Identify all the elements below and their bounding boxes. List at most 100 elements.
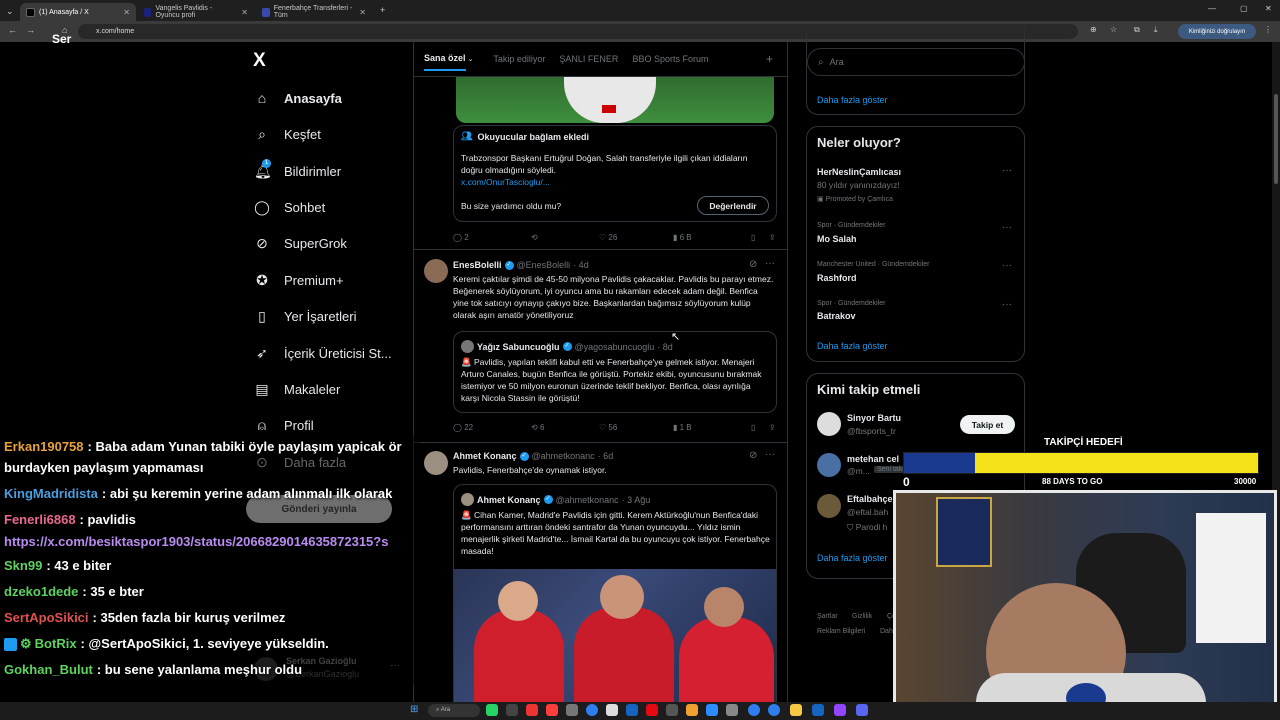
tab-for-you[interactable]: Sana özel	[424, 53, 466, 71]
footer-ads-info[interactable]: Reklam Bilgileri	[817, 628, 865, 635]
app-icon[interactable]	[666, 704, 678, 716]
extensions-icon[interactable]: ⧉	[1134, 25, 1140, 35]
tab-sanli-fener[interactable]: ŞANLI FENER	[559, 54, 618, 64]
whatsapp-icon[interactable]	[486, 704, 498, 716]
bookmark-icon[interactable]: ▯	[751, 233, 769, 242]
nav-premium[interactable]: ✪ Premium+	[254, 265, 343, 295]
add-tab-button[interactable]: +	[766, 52, 773, 66]
twitch-icon[interactable]	[834, 704, 846, 716]
zoom-icon[interactable]	[706, 704, 718, 716]
trend-name[interactable]: Batrakov	[817, 311, 856, 321]
like-button[interactable]: ♡ 26	[599, 233, 673, 242]
nav-explore[interactable]: ⌕ Keşfet	[254, 119, 321, 149]
bookmark-icon[interactable]: ▯	[751, 423, 769, 432]
user-handle[interactable]: @ahmetkonanc	[532, 451, 595, 461]
new-tab-button[interactable]: +	[380, 5, 385, 15]
chrome-icon[interactable]	[768, 704, 780, 716]
trend-name[interactable]: Rashford	[817, 273, 857, 283]
follow-name[interactable]: Sinyor Bartu	[847, 413, 901, 423]
youtube-icon[interactable]	[546, 704, 558, 716]
nav-creator-studio[interactable]: ➶ İçerik Üreticisi St...	[254, 338, 392, 368]
chevron-down-icon[interactable]: ⌄	[468, 55, 474, 63]
reply-button[interactable]: ◯ 2	[453, 233, 531, 242]
scrollbar-thumb[interactable]	[1274, 94, 1278, 184]
chrome-icon[interactable]	[748, 704, 760, 716]
trend-menu-icon[interactable]: ···	[1002, 165, 1012, 176]
post-time[interactable]: · 4d	[573, 260, 589, 270]
maximize-icon[interactable]: ▢	[1240, 4, 1248, 13]
app-icon[interactable]	[812, 704, 824, 716]
minimize-icon[interactable]: —	[1208, 4, 1216, 13]
grok-icon[interactable]: ⊘	[749, 450, 757, 461]
grok-icon[interactable]: ⊘	[749, 259, 757, 270]
post-image[interactable]	[456, 77, 774, 123]
retweet-button[interactable]: ⟲	[531, 233, 599, 242]
follow-name[interactable]: Eftalbahçe	[847, 494, 893, 504]
nav-articles[interactable]: ▤ Makaleler	[254, 374, 340, 404]
netflix-icon[interactable]	[646, 704, 658, 716]
discord-icon[interactable]	[856, 704, 868, 716]
follow-show-more[interactable]: Daha fazla göster	[817, 553, 888, 563]
close-window-icon[interactable]: ✕	[1265, 4, 1272, 13]
browser-menu-icon[interactable]: ⋮	[1264, 25, 1272, 34]
nav-home[interactable]: ⌂ Anasayfa	[254, 83, 342, 113]
reply-button[interactable]: ◯ 22	[453, 423, 531, 432]
tab-close-icon[interactable]: ✕	[359, 8, 366, 17]
nav-supergrok[interactable]: ⊘ SuperGrok	[254, 228, 347, 258]
show-more-link[interactable]: Daha fazla göster	[817, 95, 888, 105]
downloads-icon[interactable]: ⤓	[1154, 25, 1158, 35]
app-icon[interactable]	[566, 704, 578, 716]
trend-menu-icon[interactable]: ···	[1002, 260, 1012, 271]
user-name[interactable]: EnesBolelli	[453, 260, 502, 270]
footer-terms[interactable]: Şartlar	[817, 613, 838, 620]
retweet-button[interactable]: ⟲ 6	[531, 423, 599, 432]
post-menu-icon[interactable]: ···	[765, 258, 775, 269]
tab-bbo-sports[interactable]: BBO Sports Forum	[632, 54, 708, 64]
nav-notifications[interactable]: 🔔︎ 1 Bildirimler	[254, 156, 341, 186]
app-icon[interactable]	[626, 704, 638, 716]
trend-menu-icon[interactable]: ···	[1002, 222, 1012, 233]
note-link[interactable]: x.com/OnurTascioglu/...	[461, 176, 550, 188]
quote-image[interactable]	[454, 569, 776, 702]
browser-tab-fenerbahce[interactable]: Fenerbahçe Transferleri - Tüm ✕	[256, 3, 372, 21]
translate-icon[interactable]: ⊕	[1090, 25, 1097, 34]
follow-avatar[interactable]	[817, 453, 841, 477]
tab-close-icon[interactable]: ✕	[241, 8, 248, 17]
trend-menu-icon[interactable]: ···	[1002, 299, 1012, 310]
post-menu-icon[interactable]: ···	[765, 449, 775, 460]
taskbar-search[interactable]: ⌕ Ara	[428, 704, 480, 717]
share-icon[interactable]: ⇪	[769, 423, 776, 432]
trend-name[interactable]: Mo Salah	[817, 234, 857, 244]
tab-close-icon[interactable]: ✕	[123, 8, 130, 17]
app-icon[interactable]	[526, 704, 538, 716]
user-handle[interactable]: @EnesBolelli	[517, 260, 571, 270]
share-icon[interactable]: ⇪	[769, 233, 776, 242]
app-icon[interactable]	[686, 704, 698, 716]
forward-icon[interactable]: →	[26, 25, 35, 35]
nav-chat[interactable]: ◯ Sohbet	[254, 192, 325, 222]
trends-show-more[interactable]: Daha fazla göster	[817, 341, 888, 351]
like-button[interactable]: ♡ 56	[599, 423, 673, 432]
back-icon[interactable]: ←	[8, 25, 17, 35]
footer-privacy[interactable]: Gizlilik	[852, 613, 872, 620]
app-icon[interactable]	[606, 704, 618, 716]
views-button[interactable]: ▮ 6 B	[673, 233, 751, 242]
footer-more[interactable]: Dah	[880, 628, 893, 635]
nav-bookmarks[interactable]: ▯ Yer İşaretleri	[254, 301, 356, 331]
browser-tab-x[interactable]: (1) Anasayfa / X ✕	[20, 3, 136, 21]
trend-name[interactable]: HerNeslinÇamlıcası	[817, 167, 901, 177]
folder-icon[interactable]	[790, 704, 802, 716]
home-browser-icon[interactable]: ⌂	[62, 25, 67, 35]
chrome-icon[interactable]	[586, 704, 598, 716]
follow-button[interactable]: Takip et	[960, 415, 1015, 434]
app-icon[interactable]	[506, 704, 518, 716]
tab-menu-icon[interactable]: ⌄	[6, 6, 14, 17]
star-icon[interactable]: ☆	[1110, 25, 1117, 34]
x-logo[interactable]: X	[253, 50, 266, 72]
views-button[interactable]: ▮ 1 B	[673, 423, 751, 432]
search-input[interactable]: ⌕ Ara	[807, 48, 1025, 76]
follow-avatar[interactable]	[817, 494, 841, 518]
rate-button[interactable]: Değerlendir	[697, 196, 769, 215]
app-icon[interactable]	[726, 704, 738, 716]
verify-identity-button[interactable]: Kimliğinizi doğrulayın	[1178, 24, 1256, 39]
